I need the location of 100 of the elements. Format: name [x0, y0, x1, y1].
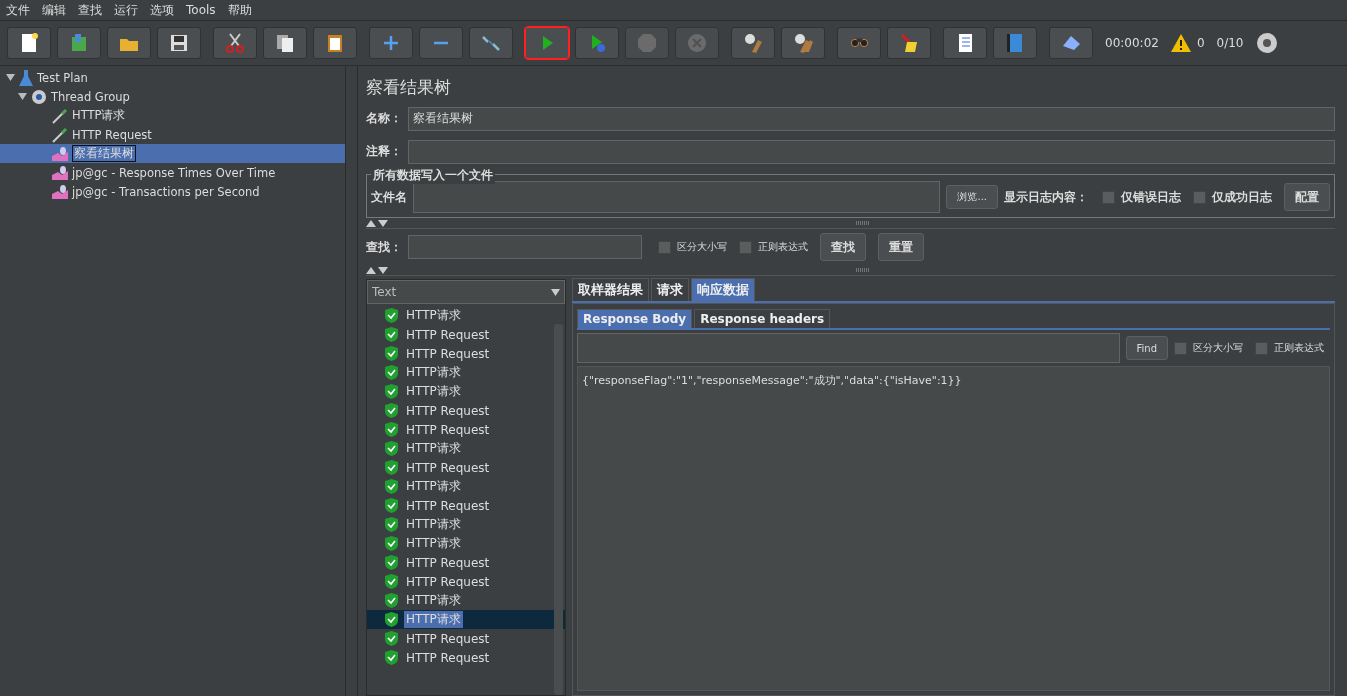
find-button[interactable]: Find	[1125, 336, 1168, 360]
checkbox[interactable]	[739, 240, 752, 254]
tab[interactable]: 响应数据	[691, 278, 755, 301]
collapse-arrows-icon[interactable]	[366, 266, 390, 274]
find-button[interactable]: 查找	[820, 233, 866, 261]
thread-count: 0/10	[1216, 36, 1244, 50]
flask-icon	[19, 69, 33, 86]
checkbox-label: 区分大小写	[677, 240, 727, 254]
menu-item[interactable]: 帮助	[227, 1, 252, 19]
toolbar-button[interactable]	[469, 27, 513, 59]
error-count: 0	[1196, 36, 1205, 50]
toolbar-button[interactable]	[107, 27, 151, 59]
result-item[interactable]: HTTP Request	[367, 401, 565, 420]
reset-button[interactable]: 重置	[878, 233, 924, 261]
result-item[interactable]: HTTP请求	[367, 515, 565, 534]
tree-item[interactable]: HTTP Request	[0, 125, 345, 144]
tree-item[interactable]: Thread Group	[0, 87, 345, 106]
result-item[interactable]: HTTP请求	[367, 382, 565, 401]
body-search-field[interactable]	[577, 333, 1120, 363]
result-item[interactable]: HTTP Request	[367, 553, 565, 572]
panel-title: 察看结果树	[366, 75, 452, 99]
toolbar-button[interactable]	[887, 27, 931, 59]
result-item[interactable]: HTTP Request	[367, 420, 565, 439]
stop-icon	[636, 32, 658, 54]
checkbox[interactable]	[1174, 341, 1187, 355]
chart-icon	[52, 146, 68, 161]
checkbox[interactable]	[1193, 190, 1206, 204]
scrollbar[interactable]	[554, 324, 563, 695]
browse-button[interactable]: 浏览...	[946, 185, 998, 209]
tree-item[interactable]: jp@gc - Response Times Over Time	[0, 163, 345, 182]
result-item[interactable]: HTTP请求	[367, 591, 565, 610]
caret-icon	[551, 288, 560, 296]
success-shield-icon	[385, 460, 398, 475]
expand-arrow-icon[interactable]	[18, 92, 27, 101]
success-shield-icon	[385, 403, 398, 418]
result-item[interactable]: HTTP Request	[367, 496, 565, 515]
checkbox[interactable]	[658, 240, 671, 254]
tree-item[interactable]: Test Plan	[0, 68, 345, 87]
success-shield-icon	[385, 631, 398, 646]
splitter-grip-icon[interactable]	[855, 268, 870, 272]
success-shield-icon	[385, 365, 398, 380]
success-shield-icon	[385, 479, 398, 494]
result-item[interactable]: HTTP请求	[367, 363, 565, 382]
renderer-dropdown[interactable]: Text	[367, 280, 565, 304]
success-shield-icon	[385, 498, 398, 513]
toolbar-button[interactable]	[313, 27, 357, 59]
checkbox-label: 仅错误日志	[1121, 188, 1181, 206]
tab[interactable]: 请求	[651, 278, 689, 301]
toolbar-button[interactable]	[731, 27, 775, 59]
filename-field[interactable]	[413, 181, 941, 213]
result-item[interactable]: HTTP Request	[367, 344, 565, 363]
search-field[interactable]	[408, 235, 642, 259]
field-label: 文件名	[371, 188, 407, 206]
expand-arrow-icon[interactable]	[6, 73, 15, 82]
menu-item[interactable]: 文件	[6, 1, 30, 19]
comment-field[interactable]	[408, 139, 1335, 164]
success-shield-icon	[385, 536, 398, 551]
stop-icon	[686, 32, 708, 54]
toolbar-button[interactable]	[263, 27, 307, 59]
menu-item[interactable]: 选项	[150, 1, 174, 19]
tree-item[interactable]: jp@gc - Transactions per Second	[0, 182, 345, 201]
pipette-icon	[52, 107, 68, 124]
tab[interactable]: Response Body	[577, 309, 693, 328]
field-label: 注释：	[366, 143, 402, 160]
result-item[interactable]: HTTP Request	[367, 572, 565, 591]
tree-item[interactable]: 察看结果树	[0, 144, 345, 163]
field-label: 名称：	[366, 110, 402, 127]
success-shield-icon	[385, 555, 398, 570]
configure-button[interactable]: 配置	[1284, 183, 1330, 211]
toolbar-button[interactable]	[213, 27, 257, 59]
result-item[interactable]: HTTP请求	[367, 477, 565, 496]
result-item[interactable]: HTTP Request	[367, 325, 565, 344]
success-shield-icon	[385, 346, 398, 361]
name-field[interactable]: 察看结果树	[408, 106, 1335, 131]
toolbar-button[interactable]	[7, 27, 51, 59]
result-item[interactable]: HTTP Request	[367, 648, 565, 667]
result-item[interactable]: HTTP请求	[367, 534, 565, 553]
collapse-arrows-icon[interactable]	[366, 219, 390, 227]
toolbar-button[interactable]	[1049, 27, 1093, 59]
menu-item[interactable]: 查找	[78, 1, 102, 19]
result-item[interactable]: HTTP请求	[367, 439, 565, 458]
tree-item[interactable]: HTTP请求	[0, 106, 345, 125]
menu-item[interactable]: 编辑	[42, 1, 66, 19]
result-item[interactable]: HTTP Request	[367, 458, 565, 477]
checkbox[interactable]	[1255, 341, 1268, 355]
result-item[interactable]: HTTP请求	[367, 610, 565, 629]
result-item[interactable]: HTTP Request	[367, 629, 565, 648]
toolbar-button[interactable]	[943, 27, 987, 59]
result-item[interactable]: HTTP请求	[367, 306, 565, 325]
menu-item[interactable]: 运行	[114, 1, 138, 19]
toolbar-button[interactable]	[157, 27, 201, 59]
tab[interactable]: Response headers	[694, 309, 831, 328]
menu-item[interactable]: Tools	[186, 3, 216, 17]
binoculars-icon	[848, 38, 870, 48]
checkbox[interactable]	[1102, 190, 1115, 204]
success-shield-icon	[385, 612, 398, 627]
section-legend: 所有数据写入一个文件	[371, 167, 495, 184]
toolbar-button[interactable]	[781, 27, 825, 59]
tab[interactable]: 取样器结果	[572, 278, 649, 301]
splitter-grip-icon[interactable]	[855, 221, 870, 225]
